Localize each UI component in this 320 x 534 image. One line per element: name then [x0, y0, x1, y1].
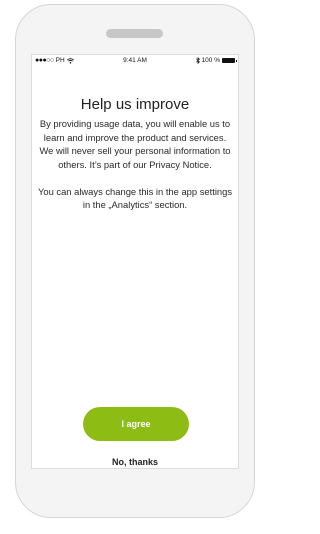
no-thanks-link[interactable]: No, thanks: [32, 457, 238, 467]
description: By providing usage data, you will enable…: [36, 117, 234, 225]
bluetooth-icon: [195, 57, 200, 64]
battery-percent: 100 %: [201, 57, 220, 64]
phone-speaker: [106, 29, 163, 38]
status-bar: ●●●○○ PH 9:41 AM 100 %: [32, 55, 238, 68]
privacy-paragraph: By providing usage data, you will enable…: [39, 118, 231, 170]
app-screen: ●●●○○ PH 9:41 AM 100 % Help us improve B…: [31, 54, 239, 469]
status-right: 100 %: [195, 57, 237, 64]
page-title: Help us improve: [80, 96, 190, 113]
agree-button[interactable]: I agree: [83, 407, 189, 441]
analytics-paragraph: You can always change this in the app se…: [37, 185, 233, 211]
battery-icon: [222, 58, 237, 63]
